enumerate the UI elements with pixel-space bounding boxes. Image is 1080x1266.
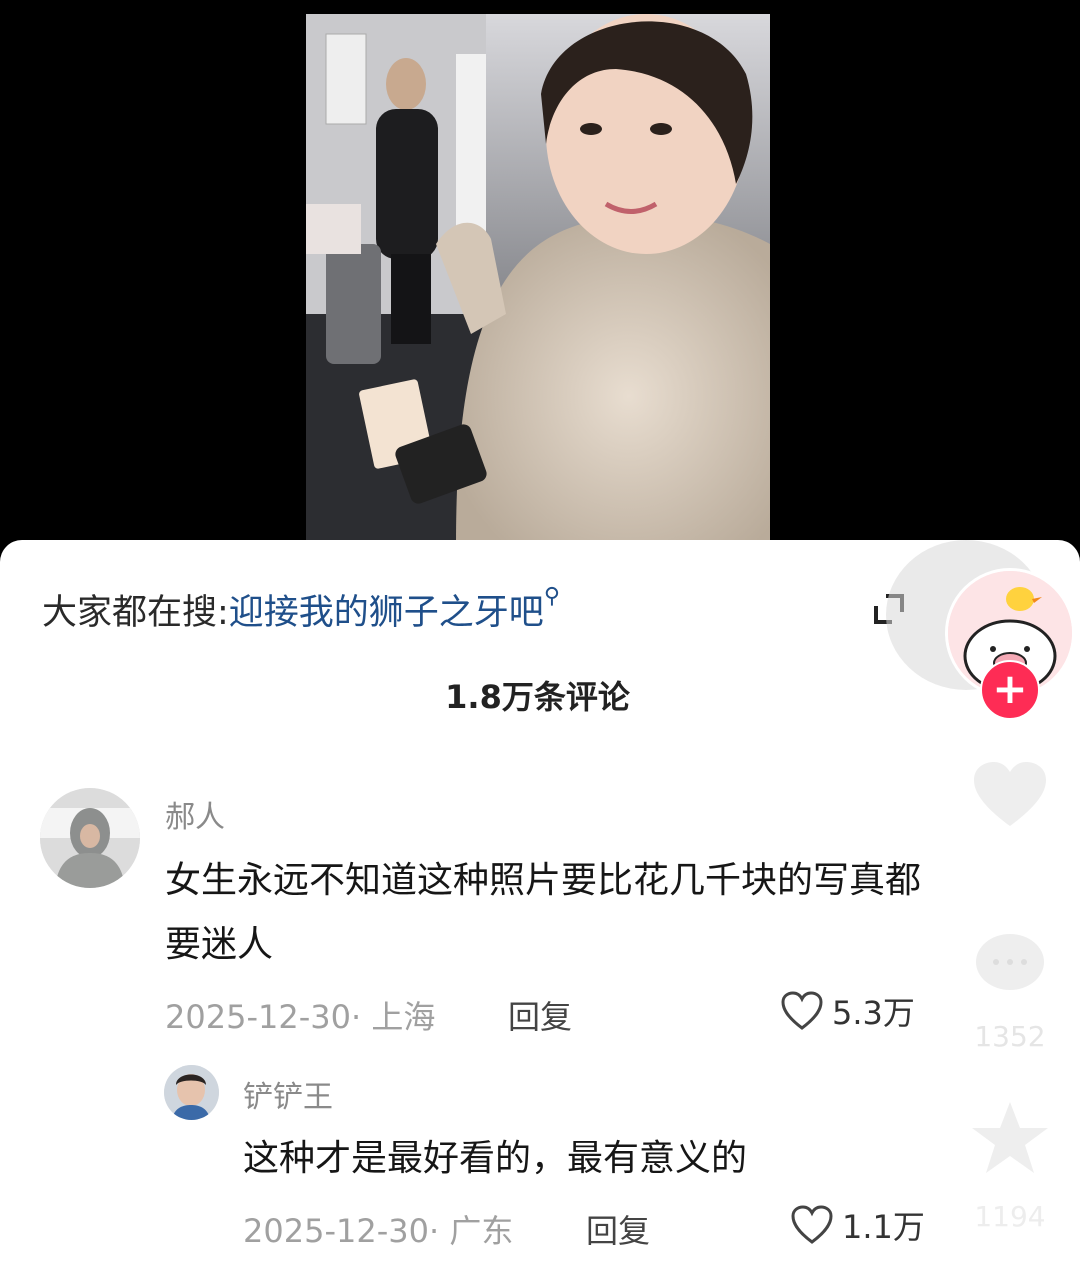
comment-username[interactable]: 郝人 <box>165 792 225 836</box>
comment-count-title: 1.8万条评论 <box>445 678 630 716</box>
reply-location: · 广东 <box>428 1212 514 1250</box>
reply-avatar[interactable] <box>164 1065 219 1120</box>
commenter-avatar[interactable] <box>40 788 140 888</box>
comment-text-line2: 要迷人 <box>165 924 274 965</box>
video-photo <box>306 14 770 545</box>
rail-favorite-count: 1194 <box>974 1200 1046 1233</box>
search-prefix: 大家都在搜: <box>42 593 229 633</box>
reply-like-count: 1.1万 <box>842 1208 925 1246</box>
comment-meta: 2025-12-30· 上海 <box>165 992 435 1038</box>
heart-icon[interactable] <box>960 760 1060 837</box>
search-icon: ⚲ <box>543 584 560 609</box>
comment-location: · 上海 <box>350 998 436 1036</box>
reply-text: 这种才是最好看的，最有意义的 <box>243 1138 748 1179</box>
comment-like-button[interactable]: 5.3万 <box>780 988 915 1034</box>
reply-like-button[interactable]: 1.1万 <box>790 1202 925 1248</box>
heart-icon <box>791 1205 833 1244</box>
reply-meta: 2025-12-30· 广东 <box>243 1206 513 1252</box>
comment-like-count: 5.3万 <box>832 994 915 1032</box>
search-suggestion[interactable]: 大家都在搜:迎接我的狮子之牙吧⚲ <box>42 584 560 635</box>
reply-date: 2025-12-30 <box>243 1212 429 1250</box>
comment-icon[interactable] <box>960 930 1060 1007</box>
video-frame[interactable] <box>0 0 1080 545</box>
star-icon[interactable] <box>960 1100 1060 1183</box>
comment-date: 2025-12-30 <box>165 998 351 1036</box>
comment-reply-button[interactable]: 回复 <box>508 992 572 1038</box>
comment-text-line1: 女生永远不知道这种照片要比花几千块的写真都 <box>165 860 922 901</box>
reply-username[interactable]: 铲铲王 <box>243 1072 333 1116</box>
search-term-link[interactable]: 迎接我的狮子之牙吧 <box>229 593 544 633</box>
rail-comment-count: 1352 <box>974 1020 1046 1053</box>
comment-sheet: 大家都在搜:迎接我的狮子之牙吧⚲ + 1.8万条评论 1352 1194 郝人 … <box>0 540 1080 1266</box>
heart-icon <box>781 991 823 1030</box>
reply-reply-button[interactable]: 回复 <box>586 1206 650 1252</box>
